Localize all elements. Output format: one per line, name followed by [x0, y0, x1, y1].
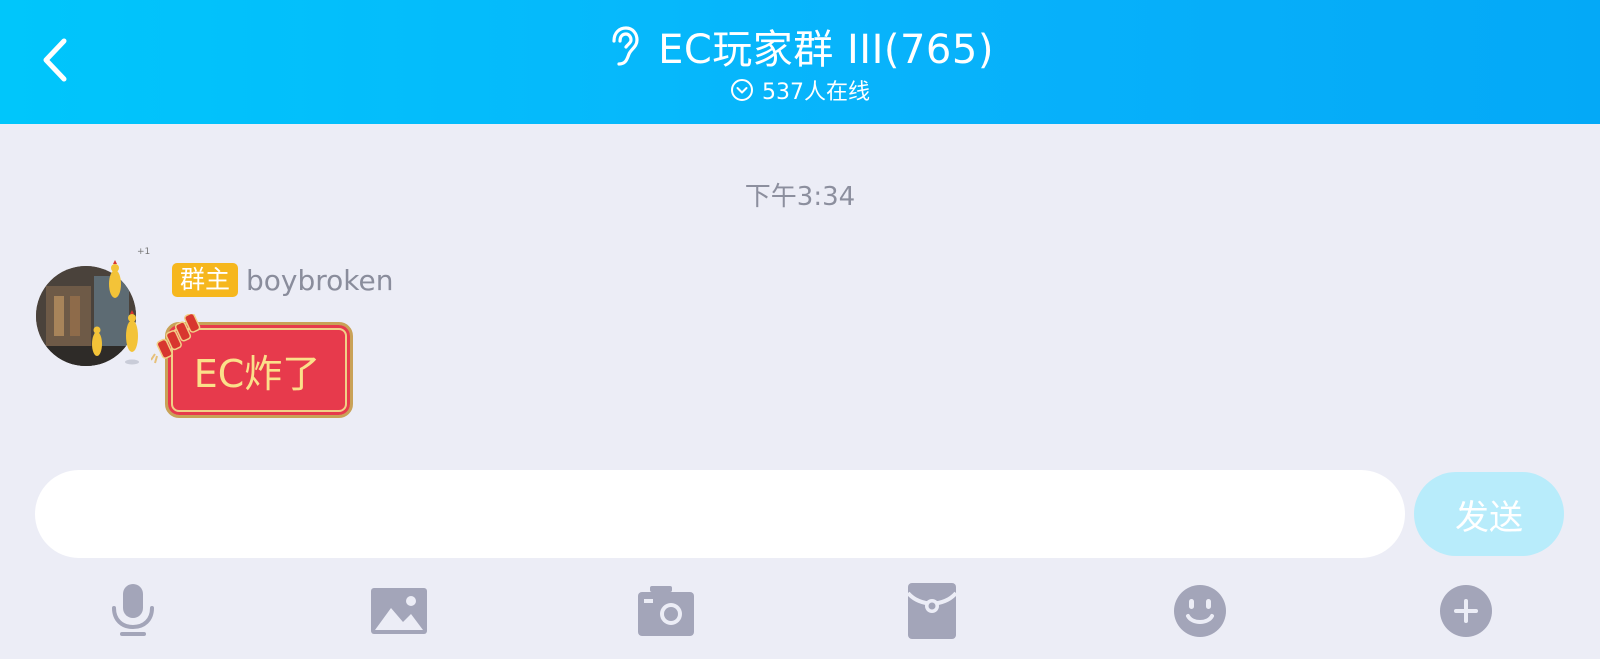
chevron-down-circle-icon: [731, 79, 753, 101]
online-count: 537人在线: [762, 80, 870, 105]
red-packet-button[interactable]: [902, 581, 962, 641]
microphone-icon: [112, 584, 154, 636]
voice-button[interactable]: [103, 581, 163, 641]
sender-name[interactable]: boybroken: [246, 264, 393, 297]
message-bubble[interactable]: EC炸了: [151, 314, 353, 418]
online-status[interactable]: 537人在线: [0, 74, 1600, 106]
firecracker-icon: [151, 314, 201, 364]
more-button[interactable]: [1436, 581, 1496, 641]
group-title: EC玩家群 III(765): [658, 27, 994, 73]
image-icon: [371, 588, 427, 634]
ear-icon: [612, 26, 639, 66]
emoji-button[interactable]: [1170, 581, 1230, 641]
send-button[interactable]: 发送: [1414, 472, 1564, 556]
group-title-row[interactable]: EC玩家群 III(765): [0, 18, 1600, 74]
camera-icon: [638, 586, 694, 636]
user-avatar[interactable]: +1: [32, 244, 162, 374]
owner-badge: 群主: [172, 263, 239, 297]
emoji-icon: [1174, 585, 1226, 637]
message-input[interactable]: [35, 470, 1405, 558]
chat-header: EC玩家群 III(765) 537人在线: [0, 0, 1600, 124]
message-timestamp: 下午3:34: [744, 182, 856, 212]
camera-button[interactable]: [636, 581, 696, 641]
red-packet-icon: [908, 583, 956, 639]
message-text: EC炸了: [193, 351, 321, 396]
sender-info: 群主 boybroken: [172, 262, 393, 298]
plus-icon: [1440, 585, 1492, 637]
image-button[interactable]: [369, 581, 429, 641]
svg-text:+1: +1: [137, 247, 150, 257]
